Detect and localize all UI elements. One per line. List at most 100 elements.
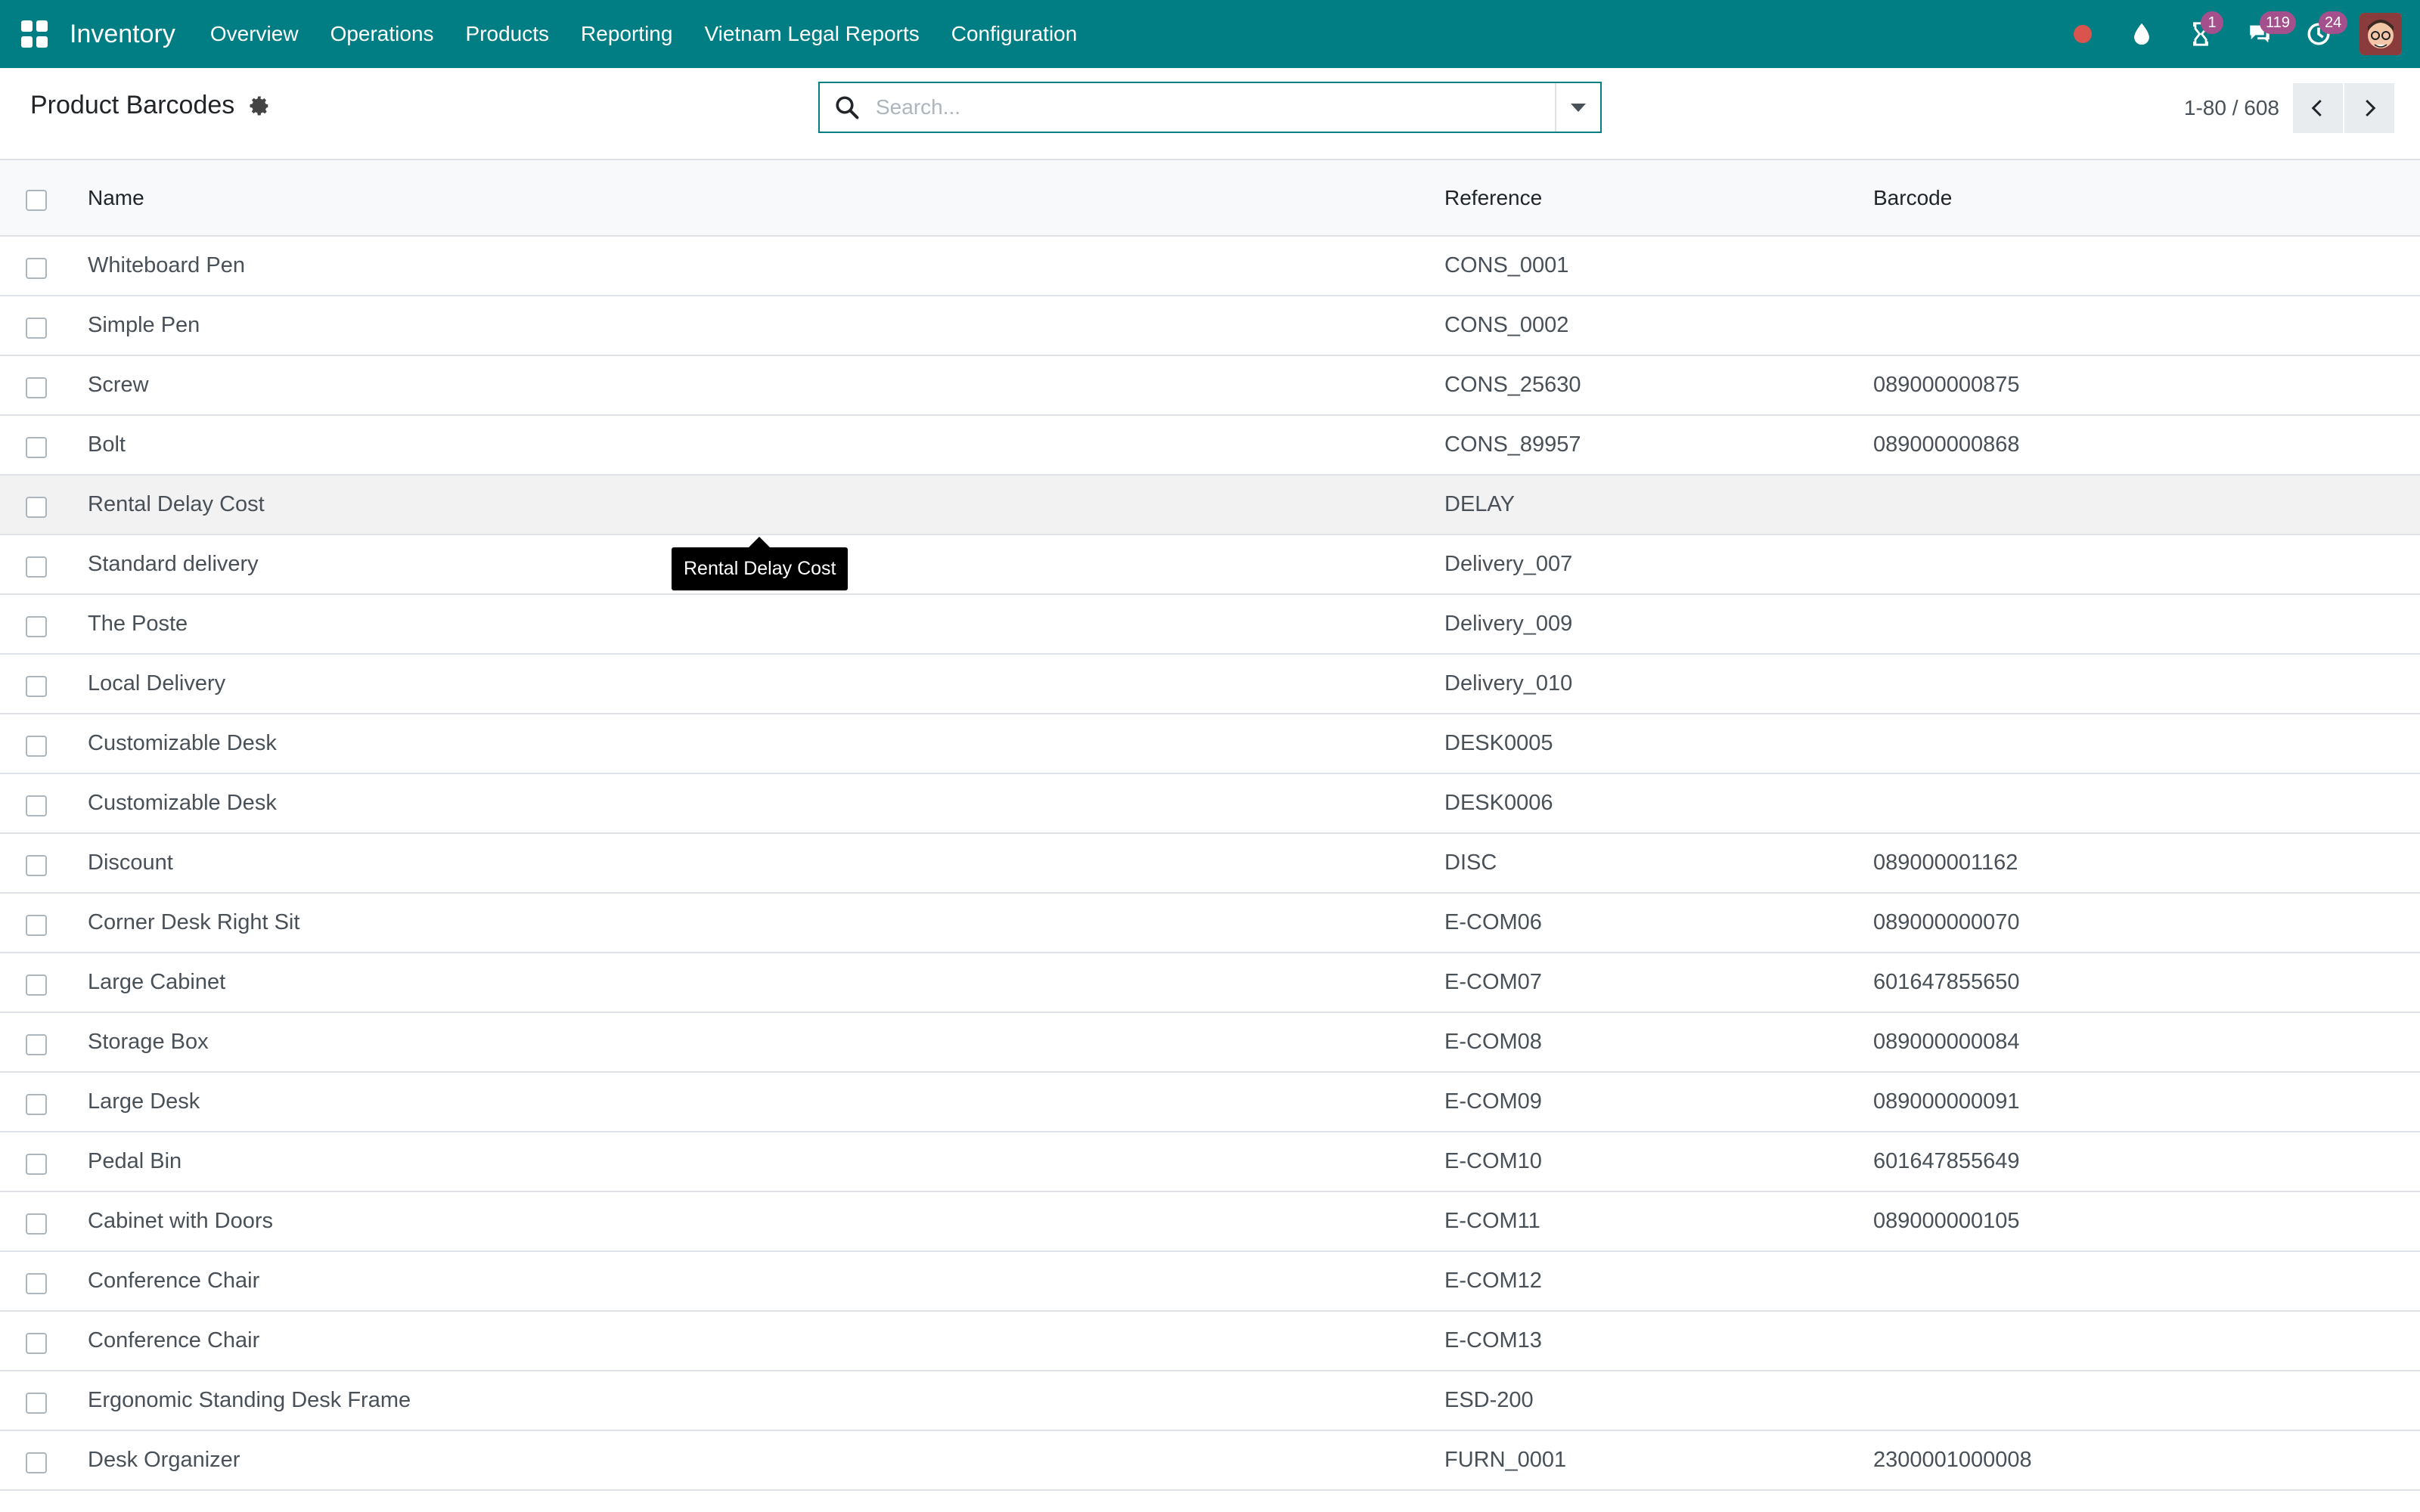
table-row[interactable]: Bolt CONS_89957 089000000868: [0, 415, 2420, 475]
column-header-barcode[interactable]: Barcode: [1873, 160, 2420, 236]
menu-reporting[interactable]: Reporting: [581, 22, 672, 46]
row-checkbox[interactable]: [26, 257, 47, 279]
table-row[interactable]: Customizable Desk DESK0006: [0, 773, 2420, 833]
row-checkbox[interactable]: [26, 974, 47, 996]
menu-configuration[interactable]: Configuration: [951, 22, 1078, 46]
table-row[interactable]: Discount DISC 089000001162: [0, 833, 2420, 893]
cell-reference[interactable]: DESK0005: [1444, 714, 1873, 773]
table-row[interactable]: Large Cabinet E-COM07 601647855650: [0, 953, 2420, 1012]
table-row[interactable]: Whiteboard Pen CONS_0001: [0, 236, 2420, 296]
menu-operations[interactable]: Operations: [330, 22, 434, 46]
cell-reference[interactable]: DISC: [1444, 833, 1873, 893]
table-row[interactable]: Desk Organizer FURN_0001 2300001000008: [0, 1430, 2420, 1490]
cell-barcode[interactable]: 089000000105: [1873, 1191, 2420, 1251]
cell-barcode[interactable]: 601647855649: [1873, 1132, 2420, 1191]
cell-name[interactable]: Ergonomic Standing Desk Frame: [88, 1371, 1444, 1430]
cell-barcode[interactable]: [1873, 296, 2420, 355]
row-checkbox[interactable]: [26, 1272, 47, 1294]
cell-name[interactable]: Simple Pen: [88, 296, 1444, 355]
cell-reference[interactable]: Delivery_009: [1444, 594, 1873, 654]
cell-barcode[interactable]: [1873, 1311, 2420, 1371]
row-checkbox[interactable]: [26, 1093, 47, 1115]
cell-reference[interactable]: CONS_0002: [1444, 296, 1873, 355]
column-header-name[interactable]: Name: [88, 160, 1444, 236]
cell-name[interactable]: Storage Box: [88, 1012, 1444, 1072]
cell-name[interactable]: Customizable Desk: [88, 714, 1444, 773]
table-row[interactable]: Screw CONS_25630 089000000875: [0, 355, 2420, 415]
pager-previous-button[interactable]: [2293, 83, 2343, 133]
cell-name[interactable]: Large Cabinet: [88, 953, 1444, 1012]
cell-reference[interactable]: Delivery_010: [1444, 654, 1873, 714]
search-options-toggle[interactable]: [1555, 83, 1600, 132]
cell-barcode[interactable]: [1873, 1251, 2420, 1311]
pager-next-button[interactable]: [2344, 83, 2394, 133]
table-row[interactable]: Local Delivery Delivery_010: [0, 654, 2420, 714]
drop-icon[interactable]: [2124, 16, 2160, 52]
row-checkbox[interactable]: [26, 556, 47, 578]
row-checkbox[interactable]: [26, 795, 47, 816]
cell-barcode[interactable]: 089000000868: [1873, 415, 2420, 475]
cell-barcode[interactable]: [1873, 475, 2420, 534]
cell-name[interactable]: Desk Organizer: [88, 1430, 1444, 1490]
row-checkbox[interactable]: [26, 1392, 47, 1414]
cell-name[interactable]: Cabinet with Doors: [88, 1191, 1444, 1251]
cell-reference[interactable]: E-COM09: [1444, 1072, 1873, 1132]
cell-name[interactable]: Corner Desk Right Sit: [88, 893, 1444, 953]
table-row[interactable]: Pedal Bin E-COM10 601647855649: [0, 1132, 2420, 1191]
table-row[interactable]: Standard delivery Delivery_007: [0, 534, 2420, 594]
table-row[interactable]: Customizable Desk DESK0005: [0, 714, 2420, 773]
cell-barcode[interactable]: [1873, 1371, 2420, 1430]
row-checkbox[interactable]: [26, 376, 47, 398]
table-row[interactable]: Rental Delay Cost DELAY: [0, 475, 2420, 534]
row-checkbox[interactable]: [26, 735, 47, 757]
row-checkbox[interactable]: [26, 675, 47, 697]
row-checkbox[interactable]: [26, 496, 47, 518]
cell-reference[interactable]: CONS_0001: [1444, 236, 1873, 296]
cell-name[interactable]: Conference Chair: [88, 1311, 1444, 1371]
cell-reference[interactable]: CONS_89957: [1444, 415, 1873, 475]
cell-name[interactable]: Discount: [88, 833, 1444, 893]
table-row[interactable]: Simple Pen CONS_0002: [0, 296, 2420, 355]
user-avatar[interactable]: [2360, 13, 2402, 55]
cell-name[interactable]: Pedal Bin: [88, 1132, 1444, 1191]
row-checkbox[interactable]: [26, 1332, 47, 1354]
cell-reference[interactable]: DESK0006: [1444, 773, 1873, 833]
record-dot-icon[interactable]: [2065, 16, 2101, 52]
cell-barcode[interactable]: [1873, 654, 2420, 714]
menu-vietnam-legal-reports[interactable]: Vietnam Legal Reports: [704, 22, 919, 46]
cell-barcode[interactable]: 089000000091: [1873, 1072, 2420, 1132]
cell-reference[interactable]: Delivery_007: [1444, 534, 1873, 594]
cell-barcode[interactable]: [1873, 594, 2420, 654]
row-checkbox[interactable]: [26, 1153, 47, 1175]
row-checkbox[interactable]: [26, 914, 47, 936]
row-checkbox[interactable]: [26, 1033, 47, 1055]
cell-reference[interactable]: E-COM08: [1444, 1012, 1873, 1072]
cell-barcode[interactable]: 089000001162: [1873, 833, 2420, 893]
cell-barcode[interactable]: 2300001000008: [1873, 1430, 2420, 1490]
table-row[interactable]: The Poste Delivery_009: [0, 594, 2420, 654]
row-checkbox[interactable]: [26, 854, 47, 876]
cell-reference[interactable]: E-COM06: [1444, 893, 1873, 953]
cell-name[interactable]: The Poste: [88, 594, 1444, 654]
column-header-reference[interactable]: Reference: [1444, 160, 1873, 236]
cell-name[interactable]: Local Delivery: [88, 654, 1444, 714]
select-all-checkbox[interactable]: [26, 189, 47, 211]
apps-grid-icon[interactable]: [21, 20, 48, 48]
row-checkbox[interactable]: [26, 317, 47, 339]
cell-reference[interactable]: DELAY: [1444, 475, 1873, 534]
cell-barcode[interactable]: 601647855650: [1873, 953, 2420, 1012]
pager-value[interactable]: 1-80 / 608: [2184, 96, 2279, 120]
cell-reference[interactable]: E-COM10: [1444, 1132, 1873, 1191]
cell-reference[interactable]: E-COM12: [1444, 1251, 1873, 1311]
cell-barcode[interactable]: [1873, 773, 2420, 833]
row-checkbox[interactable]: [26, 1213, 47, 1235]
table-row[interactable]: Cabinet with Doors E-COM11 089000000105: [0, 1191, 2420, 1251]
row-checkbox[interactable]: [26, 1452, 47, 1473]
cell-reference[interactable]: E-COM13: [1444, 1311, 1873, 1371]
table-row[interactable]: Conference Chair E-COM12: [0, 1251, 2420, 1311]
cell-name[interactable]: Large Desk: [88, 1072, 1444, 1132]
cell-barcode[interactable]: [1873, 714, 2420, 773]
cell-name[interactable]: Rental Delay Cost: [88, 475, 1444, 534]
menu-products[interactable]: Products: [466, 22, 550, 46]
chat-icon[interactable]: 119: [2242, 11, 2296, 52]
